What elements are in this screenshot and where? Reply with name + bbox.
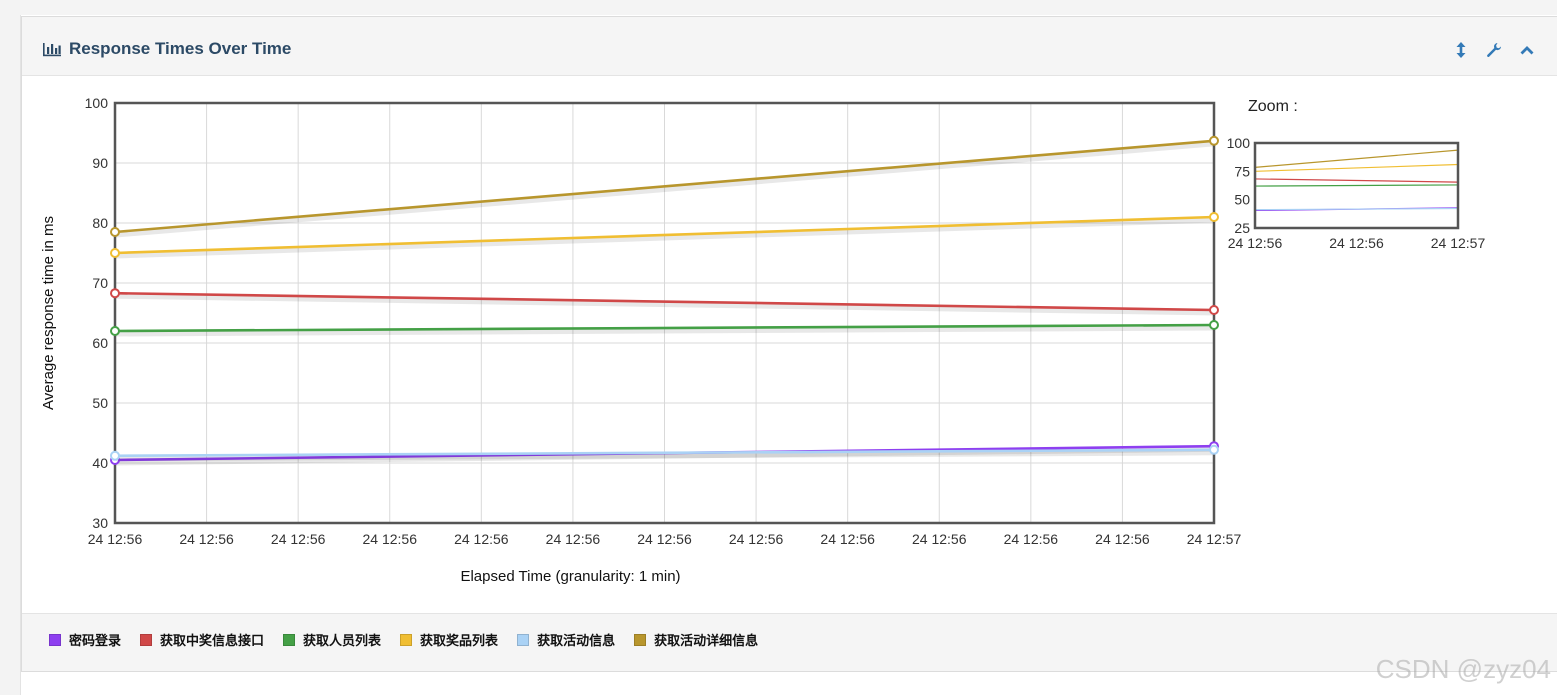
y-tick-label: 70 [92,275,108,291]
y-tick-label: 90 [92,155,108,171]
legend-item[interactable]: 获取中奖信息接口 [140,630,264,649]
legend-item[interactable]: 获取活动信息 [517,630,615,649]
response-times-chart[interactable]: 24 12:56 24 12:56 24 12:56 24 12:56 24 12:56… [22,17,1557,613]
legend-label: 获取中奖信息接口 [160,634,265,649]
legend-label: 获取活动详细信息 [654,634,759,649]
legend-swatch [400,633,413,646]
data-point[interactable] [110,326,120,336]
zoom-series-line [1254,207,1459,211]
data-point[interactable] [1209,320,1219,330]
x-tick-label: 24 12:56 [271,531,326,547]
y-tick-label: 40 [92,455,108,471]
data-point[interactable] [110,288,120,299]
legend-swatch [283,633,296,646]
watermark: CSDN @zyz04 [1375,654,1551,684]
data-point[interactable] [1209,444,1219,455]
zoom-y-tick-label: 100 [1227,135,1251,151]
x-tick-label: 24 12:56 [363,531,418,547]
grid: 24 12:56 24 12:56 24 12:56 24 12:56 24 12:56… [85,95,1242,547]
y-tick-label: 60 [92,335,108,351]
legend-label: 获取奖品列表 [420,634,499,649]
x-tick-label: 24 12:56 [729,531,784,547]
data-point[interactable] [110,248,120,258]
left-sidebar-strip [0,0,21,695]
y-axis-title: Average response time in ms [40,216,57,410]
zoom-series-line [1254,184,1459,187]
zoom-label: Zoom : [1248,98,1298,115]
x-tick-label: 24 12:56 [820,531,875,547]
data-point[interactable] [1209,135,1219,146]
zoom-y-tick-label: 50 [1234,192,1250,208]
legend-label: 密码登录 [69,634,122,649]
x-tick-label: 24 12:56 [88,531,143,547]
x-tick-label: 24 12:56 [546,531,601,547]
legend-swatch [634,633,647,646]
zoom-y-tick-label: 25 [1234,220,1250,236]
legend-swatch [517,633,530,646]
y-tick-label: 80 [92,215,108,231]
x-tick-label: 24 12:56 [1004,531,1059,547]
data-point[interactable] [1209,305,1219,315]
zoom-overview[interactable]: 25 50 75 100 24 12:56 24 12:56 24 12:57 [1227,135,1486,251]
x-axis-title: Elapsed Time (granularity: 1 min) [460,568,680,585]
legend-item[interactable]: 获取奖品列表 [400,630,498,649]
chart-panel: Response Times Over Time 24 12:56 24 12:5… [21,16,1557,672]
legend-item[interactable]: 获取活动详细信息 [634,630,758,649]
zoom-series-line [1254,163,1459,172]
y-tick-label: 100 [85,95,109,111]
legend-item[interactable]: 密码登录 [49,630,121,649]
x-tick-label: 24 12:56 [179,531,234,547]
y-tick-label: 30 [92,515,108,531]
series-shadow [115,293,1216,316]
x-tick-label: 24 12:56 [454,531,509,547]
zoom-series-line [1254,149,1459,168]
x-tick-label: 24 12:56 [1095,531,1150,547]
data-point[interactable] [110,227,120,237]
series-shadow [115,217,1216,259]
zoom-y-tick-label: 75 [1234,163,1250,179]
data-point[interactable] [1209,212,1219,222]
legend-swatch [140,633,153,646]
zoom-x-tick-label: 24 12:56 [1228,235,1283,251]
zoom-series-line [1254,178,1459,183]
zoom-x-tick-label: 24 12:56 [1329,235,1384,251]
legend-label: 获取人员列表 [303,634,382,649]
top-strip [20,0,1557,15]
y-tick-label: 50 [92,395,108,411]
zoom-x-tick-label: 24 12:57 [1431,235,1486,251]
legend-swatch [49,633,61,646]
legend-item[interactable]: 获取人员列表 [283,630,381,649]
legend-bar: 密码登录 获取中奖信息接口 获取人员列表 获取奖品列表 获取活动信息 获取活动详细信息 [22,613,1557,671]
legend: 密码登录 获取中奖信息接口 获取人员列表 获取奖品列表 获取活动信息 获取活动详细信息 [49,630,758,649]
data-point[interactable] [110,450,120,461]
x-tick-label: 24 12:56 [637,531,692,547]
x-tick-label: 24 12:57 [1187,531,1242,547]
x-tick-label: 24 12:56 [912,531,967,547]
legend-label: 获取活动信息 [537,634,616,649]
